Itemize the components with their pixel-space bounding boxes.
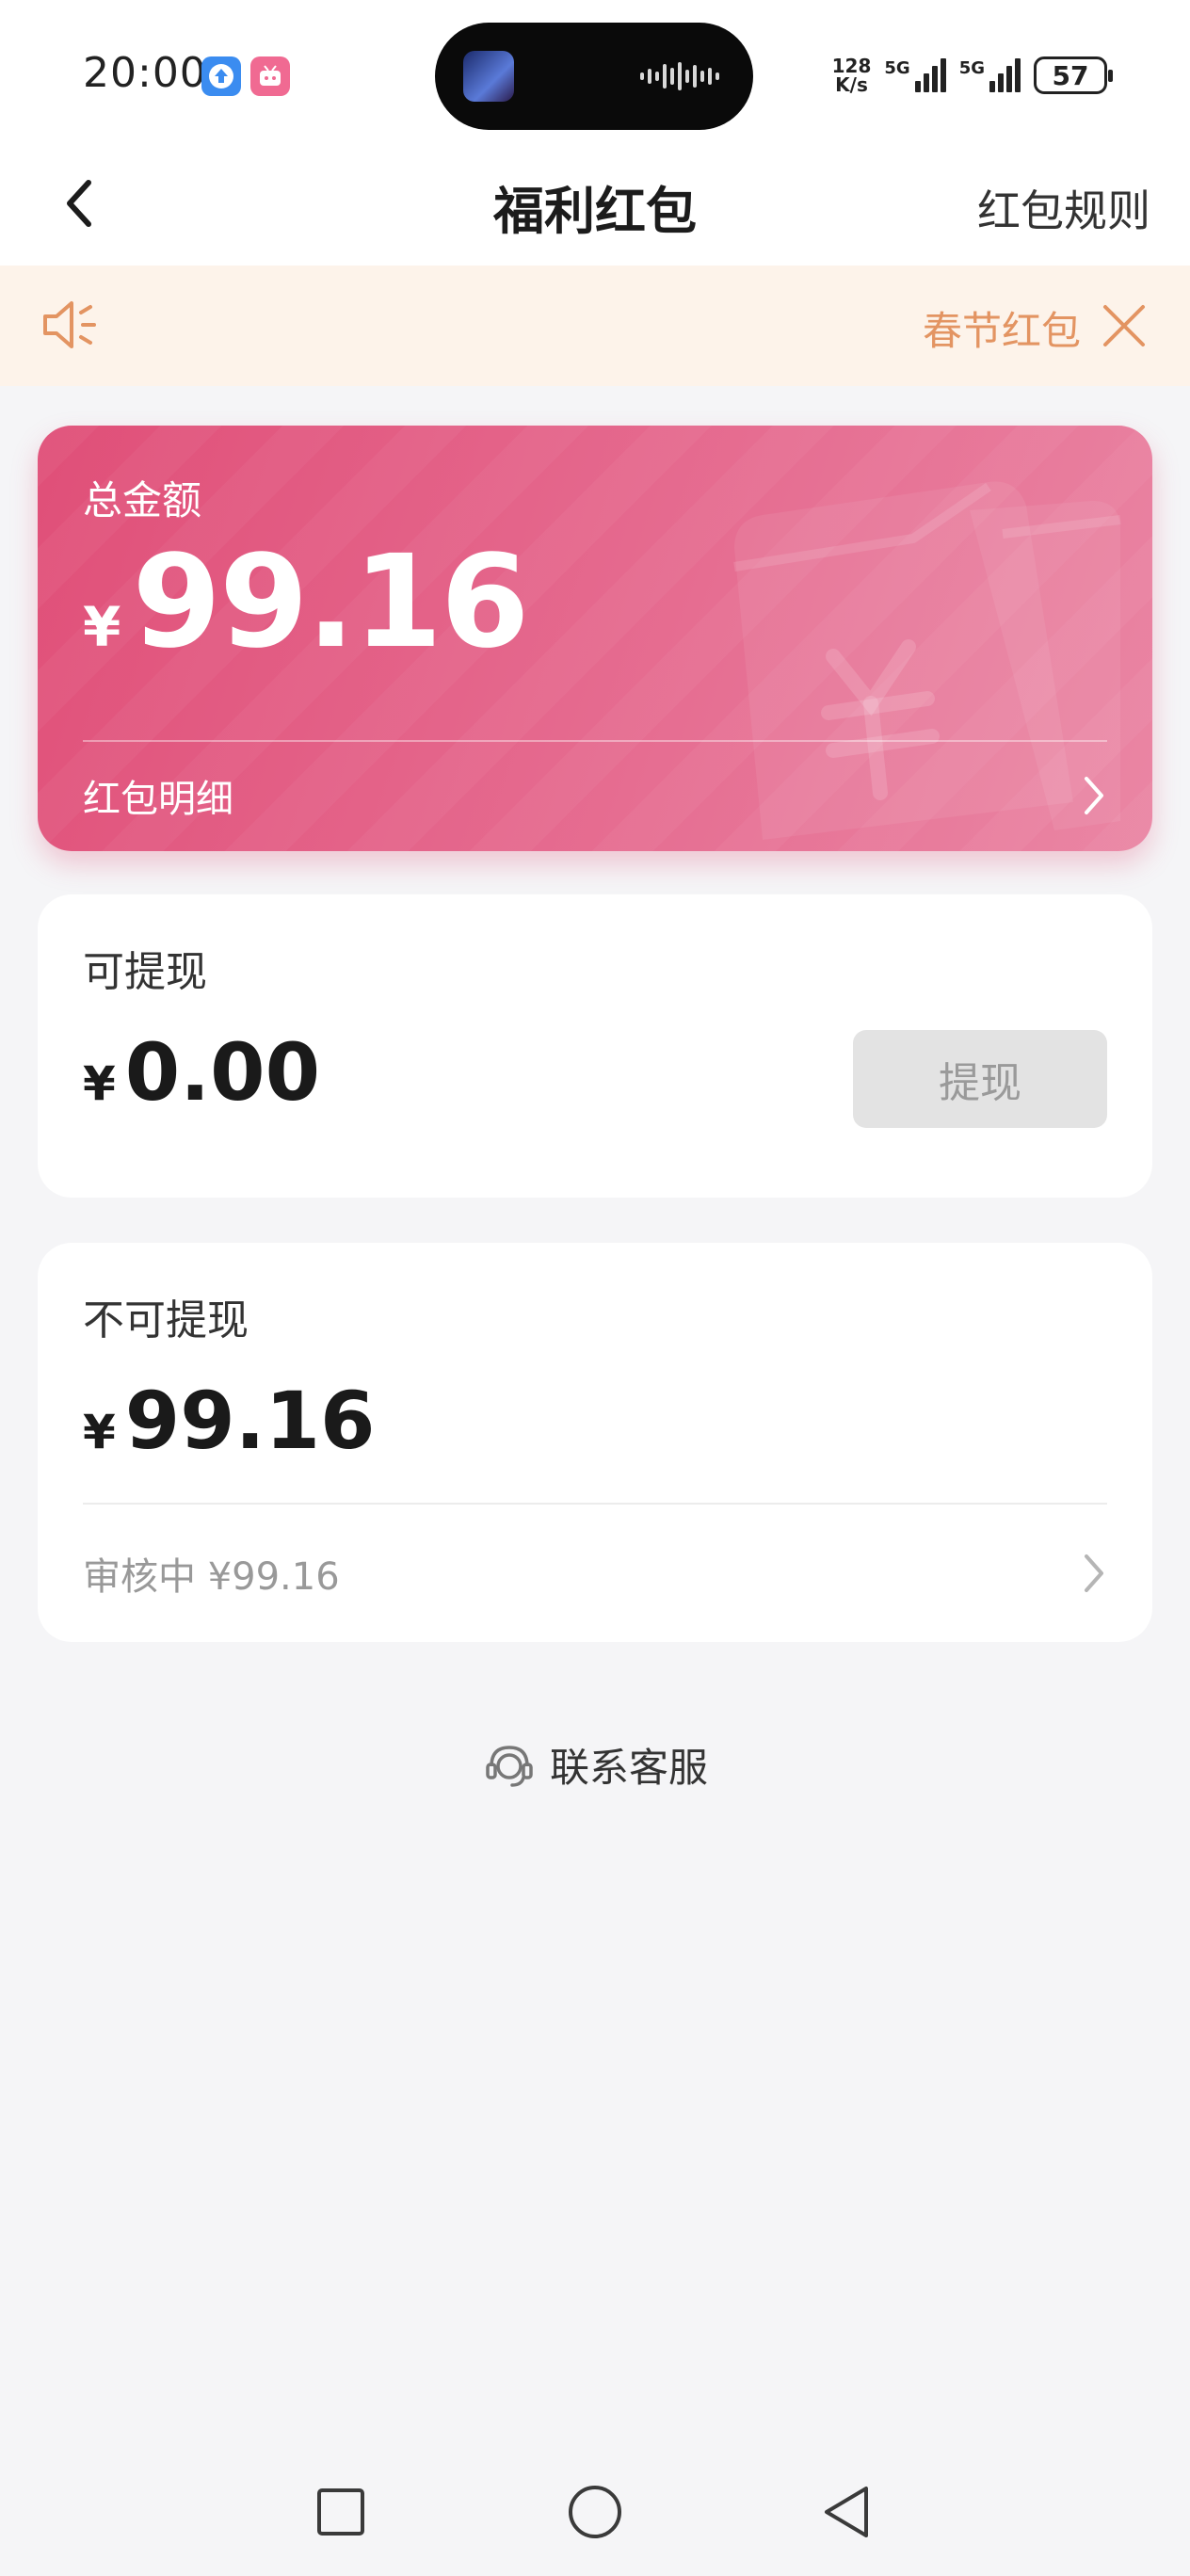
currency-symbol: ¥ <box>83 1056 116 1111</box>
signal-icon: 5G <box>959 58 1021 92</box>
total-amount-value: 99.16 <box>132 528 529 677</box>
back-nav-button[interactable] <box>810 2474 885 2550</box>
dynamic-island[interactable] <box>435 23 753 130</box>
currency-symbol: ¥ <box>83 595 121 659</box>
chevron-right-icon <box>1085 777 1103 814</box>
total-amount-card: 总金额 ¥ 99.16 红包明细 <box>38 426 1152 851</box>
withdrawable-card: 可提现 ¥ 0.00 提现 <box>38 894 1152 1198</box>
withdrawable-amount: ¥ 0.00 <box>83 1026 320 1119</box>
withdraw-button[interactable]: 提现 <box>853 1030 1107 1128</box>
recent-apps-button[interactable] <box>303 2474 378 2550</box>
contact-service-link[interactable]: 联系客服 <box>0 1736 1190 1794</box>
album-art-icon <box>463 51 514 102</box>
network-speed: 128 K/s <box>832 56 872 94</box>
withdrawable-amount-value: 0.00 <box>124 1026 321 1119</box>
rules-link[interactable]: 红包规则 <box>977 177 1150 239</box>
signal-2-label: 5G <box>958 58 985 78</box>
close-icon <box>1103 305 1145 346</box>
non-withdrawable-amount-value: 99.16 <box>124 1375 376 1467</box>
net-speed-value: 128 <box>831 55 872 77</box>
signal-icon: 5G <box>884 58 946 92</box>
close-button[interactable] <box>1085 286 1164 365</box>
home-button[interactable] <box>557 2474 633 2550</box>
signal-1-label: 5G <box>884 58 910 78</box>
status-bar: 20:00 128 K/s 5G 5G 57 <box>0 0 1190 141</box>
nav-bar: 福利红包 红包规则 <box>0 141 1190 266</box>
envelope-detail-row[interactable]: 红包明细 <box>83 740 1107 851</box>
system-navigation-bar <box>0 2448 1190 2576</box>
withdrawable-label: 可提现 <box>83 948 207 996</box>
status-indicators: 128 K/s 5G 5G 57 <box>832 49 1113 102</box>
notice-bar: 春节红包 <box>0 266 1190 386</box>
upload-arrow-icon <box>201 56 241 96</box>
bilibili-app-icon <box>250 56 290 96</box>
currency-symbol: ¥ <box>83 1405 116 1459</box>
audio-wave-icon <box>640 62 719 90</box>
headset-icon <box>486 1745 533 1787</box>
notice-text: 春节红包 <box>923 308 1082 354</box>
total-label: 总金额 <box>83 477 202 523</box>
contact-service-label: 联系客服 <box>549 1745 708 1791</box>
page: 20:00 128 K/s 5G 5G 57 福利红包 红包规则 春节红包 总金… <box>0 0 1190 2576</box>
non-withdrawable-label: 不可提现 <box>83 1296 249 1344</box>
chevron-right-icon <box>1085 1554 1103 1592</box>
battery-icon: 57 <box>1034 56 1113 94</box>
under-review-row[interactable]: 审核中 ¥99.16 <box>83 1505 1107 1642</box>
under-review-text: 审核中 ¥99.16 <box>83 1555 340 1599</box>
envelope-detail-label: 红包明细 <box>83 778 233 821</box>
triangle-back-icon <box>825 2487 868 2537</box>
non-withdrawable-amount: ¥ 99.16 <box>83 1375 376 1467</box>
status-time: 20:00 <box>83 49 207 97</box>
circle-icon <box>569 2486 621 2538</box>
square-icon <box>317 2488 364 2536</box>
total-amount: ¥ 99.16 <box>83 528 530 677</box>
speaker-icon <box>43 301 96 348</box>
net-speed-unit: K/s <box>835 73 868 96</box>
non-withdrawable-card: 不可提现 ¥ 99.16 审核中 ¥99.16 <box>38 1243 1152 1642</box>
